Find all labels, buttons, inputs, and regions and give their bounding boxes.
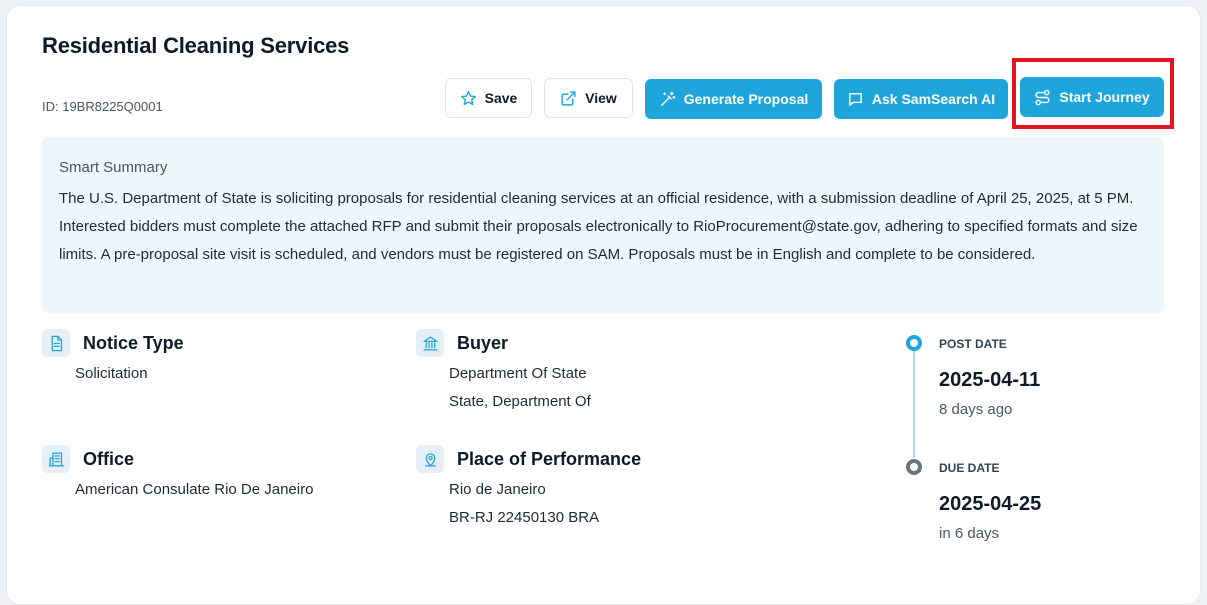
bank-icon bbox=[416, 329, 444, 357]
chat-bubble-icon bbox=[849, 92, 862, 106]
due-date-dot bbox=[906, 459, 922, 475]
view-button[interactable]: View bbox=[544, 78, 633, 118]
page-title: Residential Cleaning Services bbox=[42, 33, 350, 58]
external-link-icon bbox=[561, 90, 576, 106]
notice-id: ID: 19BR8225Q0001 bbox=[42, 99, 163, 114]
place-line-1: Rio de Janeiro bbox=[449, 481, 546, 498]
notice-type-title: Notice Type bbox=[83, 333, 184, 353]
due-date-label: DUE DATE bbox=[939, 461, 1000, 475]
post-date-label: POST DATE bbox=[939, 337, 1007, 351]
notice-type-value: Solicitation bbox=[75, 365, 148, 382]
due-date-relative: in 6 days bbox=[939, 525, 1000, 542]
post-date-value: 2025-04-11 bbox=[939, 369, 1041, 391]
magic-wand-icon bbox=[660, 91, 676, 106]
post-date-relative: 8 days ago bbox=[939, 401, 1013, 418]
save-button[interactable]: Save bbox=[445, 78, 532, 118]
buyer-line-2: State, Department Of bbox=[449, 393, 591, 410]
due-date-value: 2025-04-25 bbox=[939, 493, 1042, 515]
view-button-label: View bbox=[585, 90, 617, 106]
smart-summary-text: The U.S. Department of State is soliciti… bbox=[59, 190, 1138, 263]
place-line-2: BR-RJ 22450130 BRA bbox=[449, 509, 600, 526]
smart-summary-panel: Smart Summary The U.S. Department of Sta… bbox=[42, 137, 1164, 313]
timeline-line bbox=[913, 350, 915, 458]
post-date-dot bbox=[906, 335, 922, 351]
smart-summary-label: Smart Summary bbox=[59, 159, 168, 176]
generate-proposal-label: Generate Proposal bbox=[683, 91, 809, 107]
buyer-line-1: Department Of State bbox=[449, 365, 587, 382]
building-icon bbox=[42, 445, 70, 473]
place-title: Place of Performance bbox=[457, 449, 642, 469]
ask-ai-label: Ask SamSearch AI bbox=[871, 91, 996, 107]
star-icon bbox=[460, 90, 476, 105]
buyer-title: Buyer bbox=[457, 333, 509, 353]
document-icon bbox=[42, 329, 70, 357]
generate-proposal-button[interactable]: Generate Proposal bbox=[645, 79, 822, 119]
save-button-label: Save bbox=[484, 90, 518, 106]
office-title: Office bbox=[83, 449, 135, 469]
highlight-box bbox=[1012, 58, 1174, 129]
office-value: American Consulate Rio De Janeiro bbox=[75, 481, 314, 498]
map-pin-icon bbox=[416, 445, 444, 473]
ask-ai-button[interactable]: Ask SamSearch AI bbox=[834, 79, 1008, 119]
